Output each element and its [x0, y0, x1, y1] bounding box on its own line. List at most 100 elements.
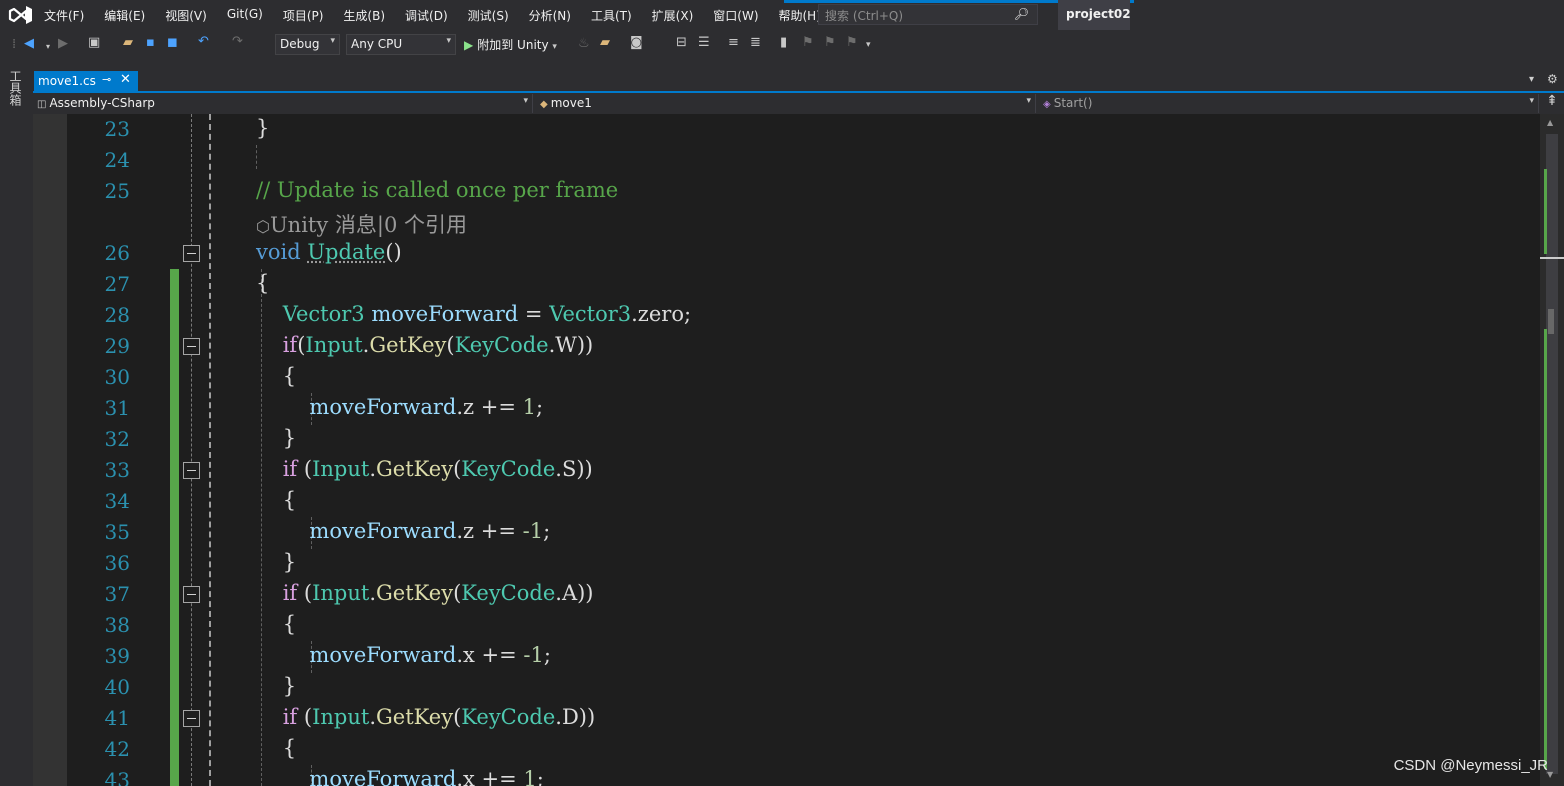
change-marker — [170, 393, 179, 424]
code-text: moveForward.z += 1; — [309, 395, 544, 419]
tab-move1-cs[interactable]: move1.cs ⊸ ✕ — [34, 71, 138, 92]
code-line[interactable]: 28 Vector3 moveForward = Vector3.zero; — [33, 300, 1540, 331]
code-line[interactable]: 39 moveForward.x += -1; — [33, 641, 1540, 672]
visual-studio-logo-icon[interactable] — [8, 4, 34, 26]
code-line[interactable]: 27 { — [33, 269, 1540, 300]
project-dropdown[interactable]: ◫ Assembly-CSharp ▾ — [33, 94, 533, 113]
menu-test[interactable]: 测试(S) — [468, 7, 509, 24]
menu-git[interactable]: Git(G) — [227, 7, 263, 24]
collapse-icon[interactable] — [183, 245, 200, 262]
collapse-icon[interactable] — [183, 586, 200, 603]
new-project-icon[interactable]: ▣ — [88, 35, 100, 50]
scroll-track[interactable] — [1546, 134, 1558, 774]
navigate-forward-icon[interactable]: ▶ — [58, 36, 68, 51]
configuration-select[interactable]: Debug ▾ — [275, 34, 340, 55]
toolbar-overflow-icon[interactable]: ▾ — [866, 40, 871, 50]
back-dropdown-icon[interactable]: ▾ — [46, 42, 50, 51]
main-menu: 文件(F) 编辑(E) 视图(V) Git(G) 项目(P) 生成(B) 调试(… — [44, 7, 841, 24]
code-text: void Update() — [256, 240, 402, 264]
codelens-line[interactable]: ⬡Unity 消息|0 个引用 — [33, 207, 1540, 238]
code-line[interactable]: 30 { — [33, 362, 1540, 393]
code-line[interactable]: 37 if (Input.GetKey(KeyCode.A)) — [33, 579, 1540, 610]
code-line[interactable]: 29 if(Input.GetKey(KeyCode.W)) — [33, 331, 1540, 362]
collapse-icon[interactable] — [183, 462, 200, 479]
menu-edit[interactable]: 编辑(E) — [104, 7, 145, 24]
open-file-icon[interactable]: ▰ — [123, 35, 133, 50]
code-line[interactable]: 31 moveForward.z += 1; — [33, 393, 1540, 424]
line-number: 35 — [104, 520, 130, 544]
save-all-icon[interactable]: ◼ — [167, 35, 178, 50]
change-marker — [170, 765, 179, 786]
watermark: CSDN @Neymessi_JR — [1393, 757, 1548, 774]
code-text: } — [256, 116, 270, 140]
type-dropdown[interactable]: ◆ move1 ▾ — [536, 94, 1036, 113]
configuration-value: Debug — [280, 37, 320, 51]
gear-icon[interactable]: ⚙ — [1547, 72, 1558, 86]
code-line[interactable]: 26 void Update() — [33, 238, 1540, 269]
menu-project[interactable]: 项目(P) — [283, 7, 324, 24]
open-folder-icon[interactable]: ▰ — [600, 35, 610, 50]
split-window-icon[interactable]: ⇞ — [1540, 93, 1564, 114]
menu-tools[interactable]: 工具(T) — [591, 7, 632, 24]
menu-file[interactable]: 文件(F) — [44, 7, 84, 24]
properties-icon[interactable]: ☰ — [698, 35, 710, 50]
menu-help[interactable]: 帮助(H) — [779, 7, 821, 24]
project-dropdown-value: Assembly-CSharp — [49, 96, 155, 110]
uncomment-icon[interactable]: ≣ — [750, 35, 761, 50]
code-line[interactable]: 34 { — [33, 486, 1540, 517]
code-line[interactable]: 23 } — [33, 114, 1540, 145]
clear-bookmarks-icon[interactable]: ⚑ — [846, 35, 858, 50]
navigate-back-icon[interactable]: ◀ — [24, 36, 34, 51]
code-line[interactable]: 35 moveForward.z += -1; — [33, 517, 1540, 548]
code-line[interactable]: 36 } — [33, 548, 1540, 579]
line-number: 36 — [104, 551, 130, 575]
code-line[interactable]: 25 // Update is called once per frame — [33, 176, 1540, 207]
undo-icon[interactable]: ↶ — [198, 34, 209, 49]
menu-view[interactable]: 视图(V) — [165, 7, 207, 24]
next-bookmark-icon[interactable]: ⚑ — [824, 35, 836, 50]
codelens-text: Unity 消息|0 个引用 — [269, 213, 467, 237]
play-icon: ▶ — [464, 38, 474, 52]
code-editor[interactable]: 23 } 24 25 // Update is called once per … — [33, 114, 1540, 786]
project-name-badge[interactable]: project02 — [1058, 0, 1131, 30]
previous-bookmark-icon[interactable]: ⚑ — [802, 35, 814, 50]
toolbox-tab[interactable]: 工具箱 — [8, 70, 24, 106]
code-line[interactable]: 43 moveForward.x += 1; — [33, 765, 1540, 786]
menu-build[interactable]: 生成(B) — [343, 7, 385, 24]
code-line[interactable]: 40 } — [33, 672, 1540, 703]
codelens[interactable]: ⬡Unity 消息|0 个引用 — [256, 209, 467, 239]
search-icon: 🔎︎ — [1013, 7, 1029, 21]
search-input[interactable]: 搜索 (Ctrl+Q) 🔎︎ — [818, 4, 1038, 25]
collapse-icon[interactable] — [183, 338, 200, 355]
redo-icon[interactable]: ↷ — [232, 34, 243, 49]
menu-window[interactable]: 窗口(W) — [713, 7, 758, 24]
screenshot-icon[interactable]: ◙ — [630, 35, 643, 50]
attach-to-unity-button[interactable]: ▶ 附加到 Unity ▾ — [464, 36, 557, 53]
pin-icon[interactable]: ⊸ — [102, 73, 111, 86]
scroll-thumb[interactable] — [1548, 309, 1554, 334]
menu-debug[interactable]: 调试(D) — [405, 7, 448, 24]
hot-reload-icon[interactable]: ♨ — [578, 36, 590, 51]
menu-extensions[interactable]: 扩展(X) — [652, 7, 694, 24]
solution-explorer-icon[interactable]: ⊟ — [676, 35, 687, 50]
change-marker — [170, 734, 179, 765]
member-dropdown[interactable]: ◈ Start() ▾ — [1039, 94, 1539, 113]
menu-analyze[interactable]: 分析(N) — [529, 7, 571, 24]
code-text: } — [256, 550, 297, 574]
save-icon[interactable]: ▪ — [146, 35, 155, 50]
change-marker — [170, 424, 179, 455]
comment-icon[interactable]: ≡ — [728, 35, 739, 50]
close-icon[interactable]: ✕ — [120, 72, 131, 87]
tab-list-dropdown-icon[interactable]: ▾ — [1529, 74, 1534, 85]
code-line[interactable]: 38 { — [33, 610, 1540, 641]
code-line[interactable]: 24 — [33, 145, 1540, 176]
scroll-up-icon[interactable]: ▲ — [1547, 118, 1553, 127]
bookmark-icon[interactable]: ▮ — [780, 35, 787, 50]
code-line[interactable]: 33 if (Input.GetKey(KeyCode.S)) — [33, 455, 1540, 486]
code-line[interactable]: 32 } — [33, 424, 1540, 455]
collapse-icon[interactable] — [183, 710, 200, 727]
code-line[interactable]: 41 if (Input.GetKey(KeyCode.D)) — [33, 703, 1540, 734]
platform-select[interactable]: Any CPU ▾ — [346, 34, 456, 55]
code-line[interactable]: 42 { — [33, 734, 1540, 765]
vertical-scrollbar[interactable]: ▲ ▼ — [1540, 114, 1564, 786]
